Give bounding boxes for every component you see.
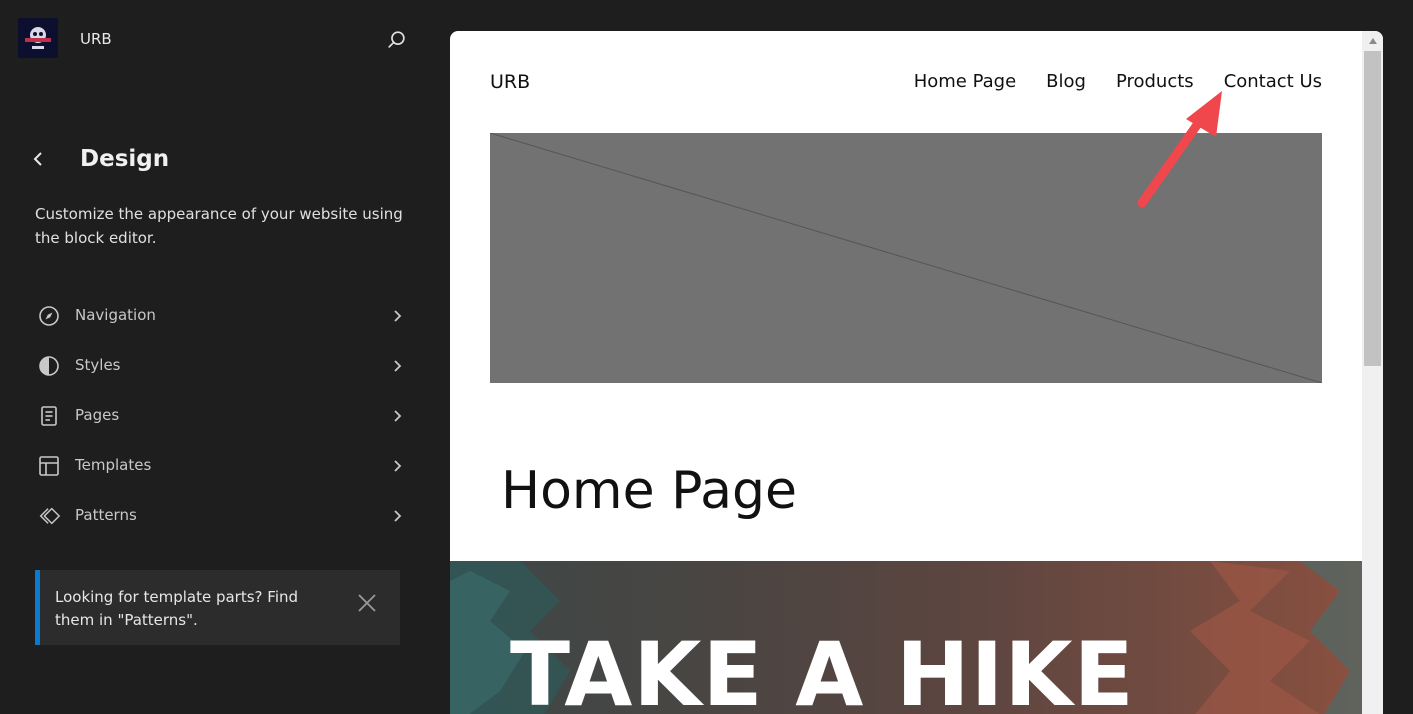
nav-link-home-page[interactable]: Home Page bbox=[914, 71, 1016, 92]
menu-item-templates[interactable]: Templates bbox=[24, 441, 416, 491]
back-button[interactable] bbox=[26, 146, 50, 172]
preview-content: URB Home Page Blog Products Contact Us H… bbox=[450, 31, 1362, 714]
placeholder-diagonal bbox=[489, 132, 1323, 384]
design-menu: Navigation Styles Pages Templates Patter… bbox=[24, 291, 416, 541]
chevron-left-icon bbox=[33, 152, 42, 166]
menu-item-patterns[interactable]: Patterns bbox=[24, 491, 416, 541]
menu-item-pages[interactable]: Pages bbox=[24, 391, 416, 441]
page-description: Customize the appearance of your website… bbox=[35, 205, 403, 247]
sidebar: URB Design Customize the appearance of y… bbox=[0, 0, 430, 714]
scroll-up-button[interactable] bbox=[1362, 31, 1383, 51]
half-circle-icon bbox=[37, 354, 61, 378]
preview-page-heading: Home Page bbox=[501, 461, 797, 521]
chevron-right-icon bbox=[390, 407, 404, 425]
search-button[interactable] bbox=[384, 27, 410, 53]
diamond-icon bbox=[37, 504, 61, 528]
menu-item-styles[interactable]: Styles bbox=[24, 341, 416, 391]
preview-scrollbar[interactable] bbox=[1362, 31, 1383, 714]
hero-heading: TAKE A HIKE bbox=[510, 623, 1135, 714]
template-parts-notice: Looking for template parts? Find them in… bbox=[35, 570, 400, 645]
menu-item-label: Patterns bbox=[75, 506, 137, 524]
notice-close-button[interactable] bbox=[354, 590, 380, 616]
menu-item-label: Pages bbox=[75, 406, 120, 424]
chevron-right-icon bbox=[390, 507, 404, 525]
site-title[interactable]: URB bbox=[80, 30, 112, 48]
featured-image-placeholder bbox=[489, 132, 1323, 384]
page-title: Design bbox=[80, 146, 170, 172]
layout-icon bbox=[37, 454, 61, 478]
chevron-right-icon bbox=[390, 457, 404, 475]
nav-link-contact-us[interactable]: Contact Us bbox=[1224, 71, 1322, 92]
page-icon bbox=[37, 404, 61, 428]
skull-logo-icon bbox=[18, 18, 58, 58]
search-icon bbox=[388, 31, 405, 48]
preview-site-title[interactable]: URB bbox=[490, 71, 530, 93]
compass-icon bbox=[37, 304, 61, 328]
menu-item-navigation[interactable]: Navigation bbox=[24, 291, 416, 341]
hero-cover-block: TAKE A HIKE bbox=[450, 561, 1362, 714]
preview-navigation: Home Page Blog Products Contact Us bbox=[914, 71, 1322, 92]
menu-item-label: Styles bbox=[75, 356, 121, 374]
menu-item-label: Navigation bbox=[75, 306, 156, 324]
scrollbar-thumb[interactable] bbox=[1364, 51, 1381, 366]
close-icon bbox=[358, 594, 376, 612]
site-preview-frame[interactable]: URB Home Page Blog Products Contact Us H… bbox=[450, 31, 1383, 714]
caret-up-icon bbox=[1368, 38, 1377, 44]
chevron-right-icon bbox=[390, 357, 404, 375]
nav-link-blog[interactable]: Blog bbox=[1046, 71, 1086, 92]
notice-text: Looking for template parts? Find them in… bbox=[55, 588, 299, 629]
nav-link-products[interactable]: Products bbox=[1116, 71, 1194, 92]
menu-item-label: Templates bbox=[75, 456, 152, 474]
chevron-right-icon bbox=[390, 307, 404, 325]
site-logo[interactable] bbox=[18, 18, 58, 58]
